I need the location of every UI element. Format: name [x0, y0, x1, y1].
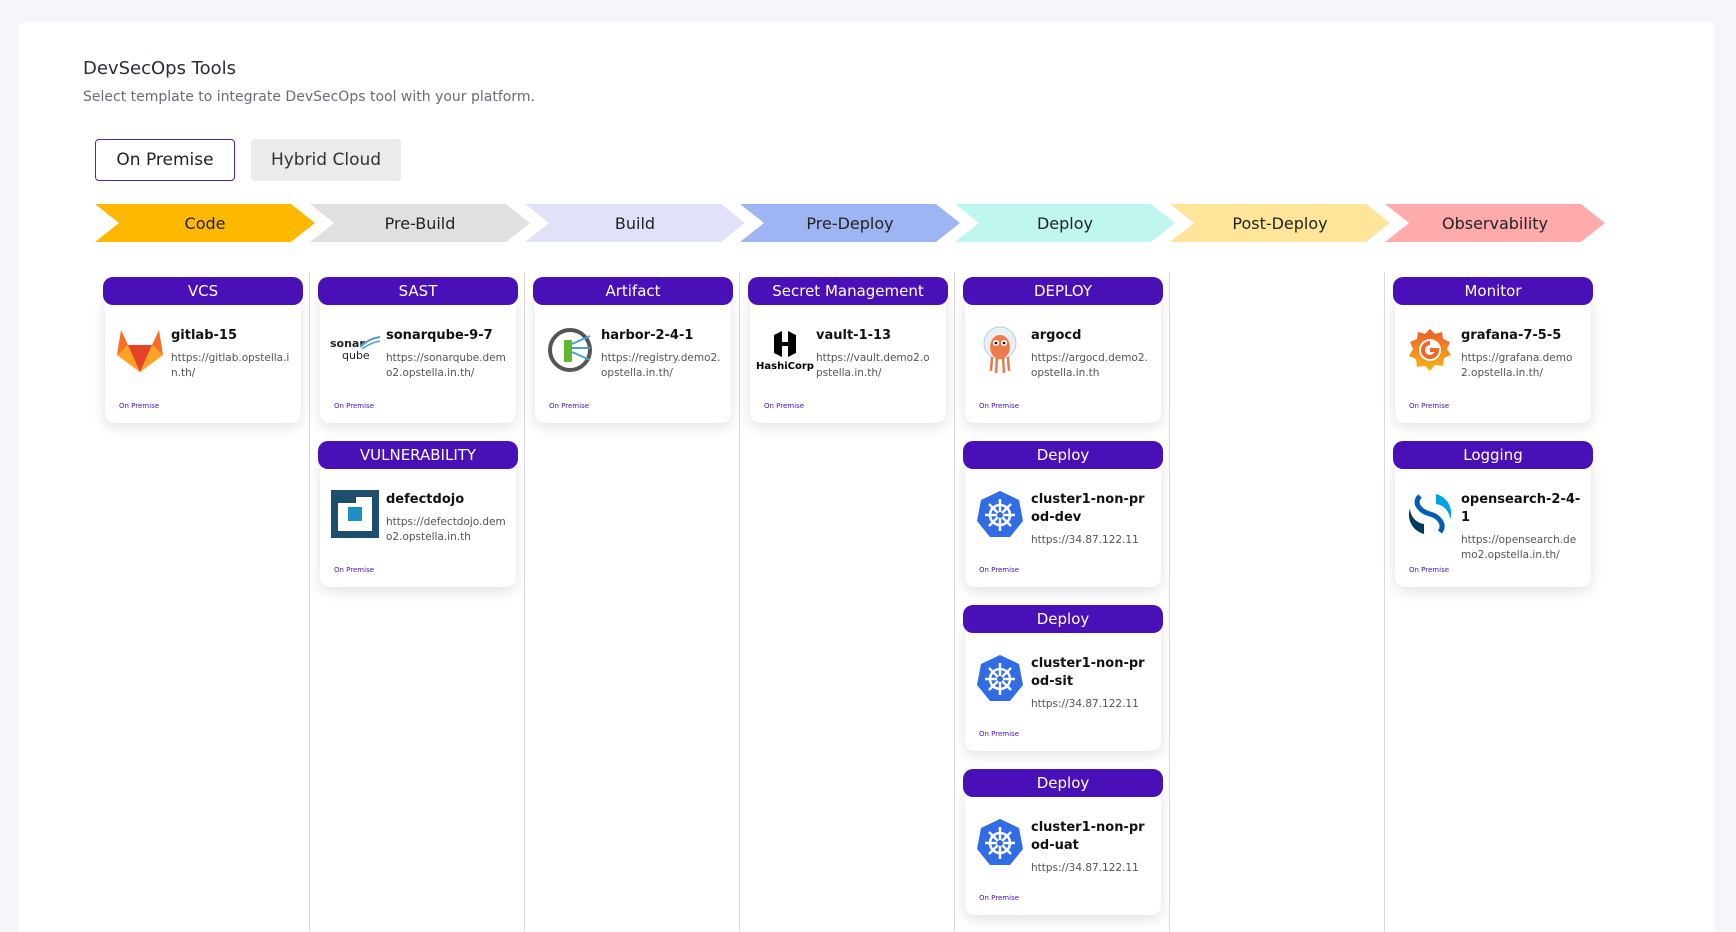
kubernetes-icon [975, 817, 1025, 867]
tool-card-gitlab[interactable]: VCS gitlab-15 https://gitlab.opstella.in… [103, 277, 303, 423]
kubernetes-icon [975, 653, 1025, 703]
tool-url[interactable]: https://gitlab.opstella.in.th/ [171, 351, 291, 381]
stage-pre-build: Pre-Build [310, 204, 530, 242]
tool-card-cluster-dev[interactable]: Deploy cluster1-non-prod-dev https://34.… [963, 441, 1163, 587]
tool-name: cluster1-non-prod-dev [1031, 492, 1145, 525]
tool-name: cluster1-non-prod-sit [1031, 656, 1145, 689]
hashicorp-logo-text: HashiCorp [756, 360, 814, 372]
card-category: Secret Management [748, 277, 948, 305]
card-category: SAST [318, 277, 518, 305]
tool-name: harbor-2-4-1 [601, 328, 694, 343]
column-divider [739, 272, 740, 932]
card-category: Artifact [533, 277, 733, 305]
page-title: DevSecOps Tools [83, 58, 237, 79]
tool-url[interactable]: https://34.87.122.11 [1031, 533, 1151, 548]
card-category: VULNERABILITY [318, 441, 518, 469]
card-category: DEPLOY [963, 277, 1163, 305]
tool-name: vault-1-13 [816, 328, 892, 343]
tool-name: cluster1-non-prod-uat [1031, 820, 1145, 853]
tool-url[interactable]: https://registry.demo2.opstella.in.th/ [601, 351, 721, 381]
tool-name: sonarqube-9-7 [386, 328, 493, 343]
tool-environment: On Premise [334, 566, 375, 574]
kubernetes-icon [975, 489, 1025, 539]
tool-name: gitlab-15 [171, 328, 237, 343]
tool-name: argocd [1031, 328, 1082, 343]
sonarqube-logo-text: qube [342, 349, 370, 362]
tool-card-grafana[interactable]: Monitor grafana-7-5-5 https://grafana.de… [1393, 277, 1593, 423]
sonarqube-icon: sonar qube [330, 325, 380, 375]
tool-url[interactable]: https://sonarqube.demo2.opstella.in.th/ [386, 351, 506, 381]
tool-card-opensearch[interactable]: Logging opensearch-2-4-1 https://opensea… [1393, 441, 1593, 587]
page-subtitle: Select template to integrate DevSecOps t… [83, 89, 535, 105]
tool-card-argocd[interactable]: DEPLOY argocd https://argocd.demo2.opste… [963, 277, 1163, 423]
tool-name: defectdojo [386, 492, 465, 507]
gitlab-icon [115, 325, 165, 375]
defectdojo-icon [330, 489, 380, 539]
tool-card-defectdojo[interactable]: VULNERABILITY defectdojo https://defectd… [318, 441, 518, 587]
card-category: VCS [103, 277, 303, 305]
harbor-icon [545, 325, 595, 375]
card-category: Deploy [963, 769, 1163, 797]
tool-environment: On Premise [334, 402, 375, 410]
tool-environment: On Premise [549, 402, 590, 410]
column-divider [524, 272, 525, 932]
column-divider [309, 272, 310, 932]
tool-card-sonarqube[interactable]: SAST sonar qube sonarqube-9-7 https://so… [318, 277, 518, 423]
tool-card-cluster-sit[interactable]: Deploy cluster1-non-prod-sit https://34.… [963, 605, 1163, 751]
tool-url[interactable]: https://defectdojo.demo2.opstella.in.th [386, 515, 506, 545]
tool-url[interactable]: https://34.87.122.11 [1031, 861, 1151, 876]
tool-environment: On Premise [119, 402, 160, 410]
card-category: Deploy [963, 441, 1163, 469]
tool-url[interactable]: https://34.87.122.11 [1031, 697, 1151, 712]
hashicorp-icon: HashiCorp [756, 325, 814, 375]
tool-environment: On Premise [979, 566, 1020, 574]
tool-name: opensearch-2-4-1 [1461, 492, 1581, 525]
column-divider [1169, 272, 1170, 932]
tool-card-harbor[interactable]: Artifact harbor-2-4-1 https://registry.d… [533, 277, 733, 423]
tab-on-premise[interactable]: On Premise [95, 139, 235, 181]
argocd-icon [975, 325, 1025, 375]
card-category: Monitor [1393, 277, 1593, 305]
tool-environment: On Premise [979, 894, 1020, 902]
opensearch-icon [1405, 489, 1455, 539]
stage-pre-deploy: Pre-Deploy [740, 204, 960, 242]
stage-code: Code [95, 204, 315, 242]
tab-hybrid-cloud[interactable]: Hybrid Cloud [251, 139, 401, 181]
tool-environment: On Premise [1409, 566, 1450, 574]
stage-build: Build [525, 204, 745, 242]
column-divider [954, 272, 955, 932]
tool-environment: On Premise [764, 402, 805, 410]
tool-url[interactable]: https://grafana.demo2.opstella.in.th/ [1461, 351, 1581, 381]
tool-environment: On Premise [979, 730, 1020, 738]
card-category: Deploy [963, 605, 1163, 633]
tool-card-vault[interactable]: Secret Management HashiCorp vault-1-13 h… [748, 277, 948, 423]
column-divider [1384, 272, 1385, 932]
grafana-icon [1405, 325, 1455, 375]
tool-url[interactable]: https://opensearch.demo2.opstella.in.th/ [1461, 533, 1581, 563]
tool-url[interactable]: https://argocd.demo2.opstella.in.th [1031, 351, 1151, 381]
tool-environment: On Premise [979, 402, 1020, 410]
tool-environment: On Premise [1409, 402, 1450, 410]
card-category: Logging [1393, 441, 1593, 469]
stage-deploy: Deploy [955, 204, 1175, 242]
tool-card-cluster-uat[interactable]: Deploy cluster1-non-prod-uat https://34.… [963, 769, 1163, 915]
tool-url[interactable]: https://vault.demo2.opstella.in.th/ [816, 351, 936, 381]
stage-post-deploy: Post-Deploy [1170, 204, 1390, 242]
stage-observability: Observability [1385, 204, 1605, 242]
tool-name: grafana-7-5-5 [1461, 328, 1562, 343]
